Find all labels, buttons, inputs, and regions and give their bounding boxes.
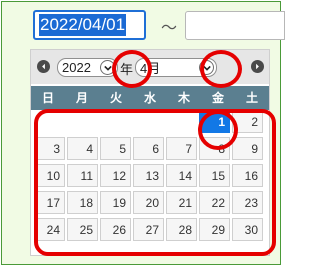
weekday-label: 日 — [41, 91, 54, 105]
calendar-day[interactable]: 29 — [199, 218, 230, 241]
calendar-day[interactable]: 17 — [34, 191, 65, 214]
calendar-day[interactable]: 3 — [34, 137, 65, 160]
datepicker-calendar: 2022 年 4月 日 月 火 水 木 金 土 1 2 3 4 5 6 7 8 … — [30, 49, 270, 256]
date-from-value: 2022/04/01 — [39, 14, 127, 36]
calendar-day[interactable]: 27 — [133, 218, 164, 241]
weekday-label: 火 — [109, 91, 122, 105]
next-month-button[interactable] — [251, 60, 264, 73]
chevron-right-icon — [256, 63, 259, 70]
calendar-day[interactable]: 19 — [100, 191, 131, 214]
month-dropdown-arrow[interactable] — [199, 60, 214, 75]
calendar-day[interactable]: 16 — [232, 164, 263, 187]
weekday-label: 土 — [245, 91, 258, 105]
calendar-day[interactable]: 5 — [100, 137, 131, 160]
month-select[interactable]: 4月 — [135, 58, 217, 77]
date-from-input[interactable]: 2022/04/01 — [33, 10, 146, 40]
calendar-day[interactable]: 6 — [133, 137, 164, 160]
weekday-label: 金 — [211, 91, 224, 105]
calendar-day[interactable]: 15 — [199, 164, 230, 187]
calendar-week-row: 24 25 26 27 28 29 30 — [33, 218, 267, 244]
calendar-day[interactable]: 13 — [133, 164, 164, 187]
date-to-input[interactable] — [185, 11, 285, 40]
calendar-day[interactable]: 4 — [67, 137, 98, 160]
calendar-day[interactable]: 12 — [100, 164, 131, 187]
weekday-label: 水 — [143, 91, 156, 105]
calendar-week-row: 1 2 — [33, 110, 267, 136]
calendar-day-selected[interactable]: 1 — [199, 110, 230, 133]
calendar-day[interactable]: 22 — [199, 191, 230, 214]
calendar-day[interactable]: 24 — [34, 218, 65, 241]
calendar-day[interactable]: 26 — [100, 218, 131, 241]
calendar-day[interactable]: 18 — [67, 191, 98, 214]
calendar-day[interactable]: 7 — [166, 137, 197, 160]
calendar-day[interactable]: 21 — [166, 191, 197, 214]
prev-month-button[interactable] — [37, 60, 50, 73]
calendar-day — [34, 110, 65, 133]
month-select-value: 4月 — [140, 61, 161, 76]
weekday-header-row: 日 月 火 水 木 金 土 — [31, 86, 269, 110]
weekday-label: 月 — [75, 91, 88, 105]
calendar-header: 2022 年 4月 — [31, 50, 269, 84]
chevron-down-icon — [202, 65, 211, 71]
year-dropdown-arrow[interactable] — [100, 60, 115, 75]
calendar-day[interactable]: 8 — [199, 137, 230, 160]
calendar-day[interactable]: 23 — [232, 191, 263, 214]
chevron-down-icon — [103, 65, 112, 71]
calendar-day[interactable]: 25 — [67, 218, 98, 241]
calendar-day — [166, 110, 197, 133]
calendar-week-row: 17 18 19 20 21 22 23 — [33, 191, 267, 217]
range-separator: ～ — [161, 20, 178, 37]
calendar-day — [100, 110, 131, 133]
weekday-label: 木 — [177, 91, 190, 105]
calendar-day[interactable]: 11 — [67, 164, 98, 187]
calendar-day — [133, 110, 164, 133]
calendar-day[interactable]: 14 — [166, 164, 197, 187]
calendar-day-grid: 1 2 3 4 5 6 7 8 9 10 11 12 13 14 15 16 1… — [33, 110, 267, 245]
chevron-left-icon — [42, 63, 45, 70]
year-suffix: 年 — [120, 62, 134, 77]
calendar-week-row: 3 4 5 6 7 8 9 — [33, 137, 267, 163]
calendar-day[interactable]: 9 — [232, 137, 263, 160]
calendar-day[interactable]: 2 — [232, 110, 263, 133]
year-select-value: 2022 — [62, 60, 91, 75]
calendar-day[interactable]: 30 — [232, 218, 263, 241]
calendar-day[interactable]: 28 — [166, 218, 197, 241]
calendar-day — [67, 110, 98, 133]
calendar-day[interactable]: 10 — [34, 164, 65, 187]
year-select[interactable]: 2022 — [57, 58, 118, 77]
calendar-day[interactable]: 20 — [133, 191, 164, 214]
calendar-week-row: 10 11 12 13 14 15 16 — [33, 164, 267, 190]
